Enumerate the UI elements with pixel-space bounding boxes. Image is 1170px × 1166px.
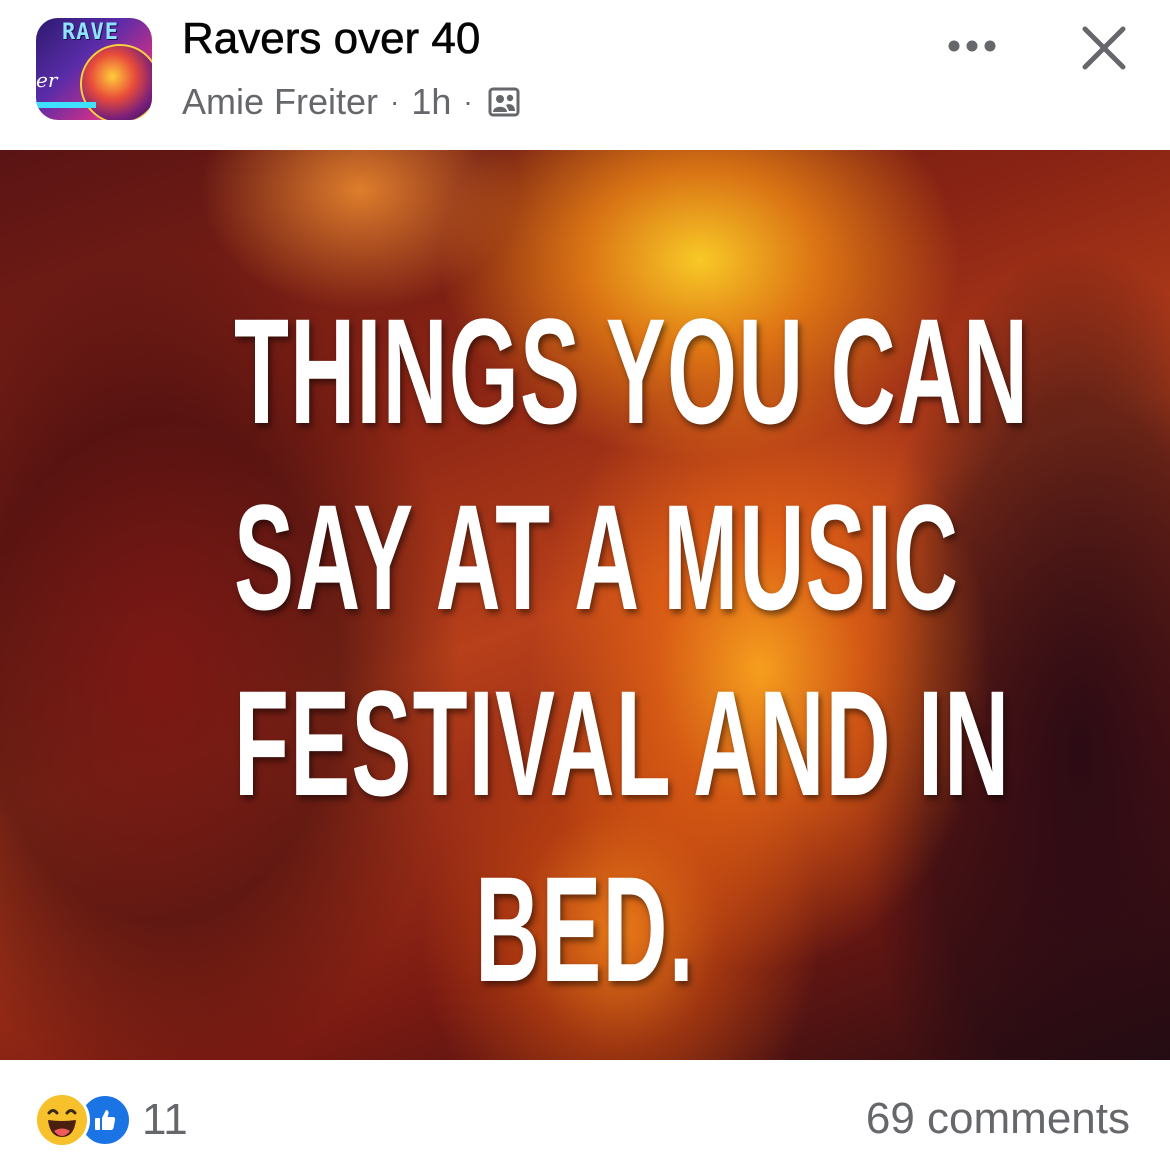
reactions-summary[interactable]: 11 [34,1092,188,1148]
meta-separator: · [390,86,400,117]
more-options-button[interactable] [940,20,1004,72]
avatar-stripe [36,102,96,108]
post-image-text: THINGS YOU CAN SAY AT A MUSIC FESTIVAL A… [234,278,1030,1022]
haha-reaction-icon [34,1092,90,1148]
meta-separator: · [463,86,473,117]
close-icon [1082,26,1126,70]
reaction-count: 11 [142,1095,188,1144]
close-button[interactable] [1072,16,1136,80]
image-text-line: BED. [475,845,695,1013]
group-members-icon [488,87,520,117]
avatar-logo-fragment: er [36,68,58,92]
post-meta: Amie Freiter · 1h · [182,80,521,124]
avatar-photo [80,44,152,120]
group-avatar[interactable]: RAVE er [36,18,152,120]
avatar-logo-text: RAVE [62,20,119,45]
more-horizontal-icon [948,40,996,52]
post-image[interactable]: THINGS YOU CAN SAY AT A MUSIC FESTIVAL A… [0,150,1170,1060]
post-time[interactable]: 1h [411,81,451,123]
post-footer: 11 69 comments [0,1060,1170,1166]
image-text-line: FESTIVAL AND IN [234,659,1011,827]
image-text-line: THINGS YOU CAN [234,287,1030,455]
image-text-line: SAY AT A MUSIC [234,473,960,641]
post-header: RAVE er Ravers over 40 Amie Freiter · 1h… [0,0,1170,150]
post-card: RAVE er Ravers over 40 Amie Freiter · 1h… [0,0,1170,1166]
group-name[interactable]: Ravers over 40 [182,14,481,64]
author-name[interactable]: Amie Freiter [182,81,378,123]
comments-count-link[interactable]: 69 comments [866,1094,1130,1144]
